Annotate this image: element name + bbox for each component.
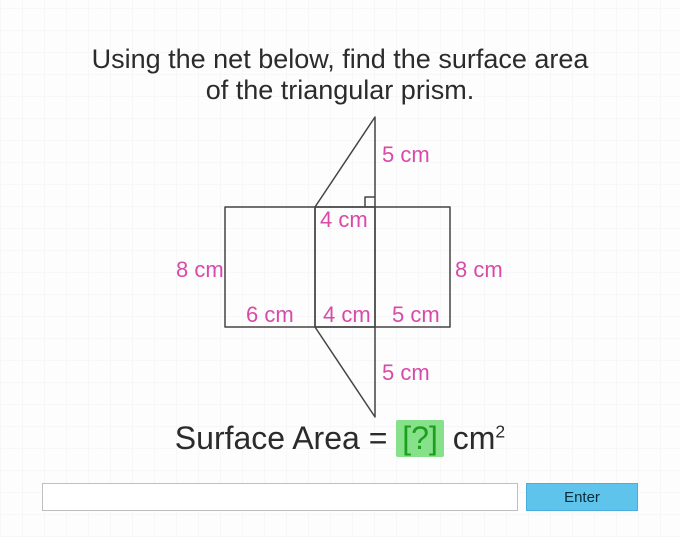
label-bot-4: 4 cm xyxy=(323,302,371,327)
equation-units: cm2 xyxy=(453,420,505,456)
label-bot-5: 5 cm xyxy=(392,302,440,327)
answer-input[interactable] xyxy=(42,483,518,511)
label-top-5: 5 cm xyxy=(382,142,430,167)
prompt-line-2: of the triangular prism. xyxy=(206,75,475,105)
label-mid-4: 4 cm xyxy=(320,207,368,232)
label-right-8: 8 cm xyxy=(455,257,503,282)
enter-button[interactable]: Enter xyxy=(526,483,638,511)
answer-row: Enter xyxy=(42,483,638,511)
net-diagram: 8 cm 8 cm 6 cm 4 cm 5 cm 4 cm 5 cm 5 cm xyxy=(0,112,680,422)
equation-lhs: Surface Area = xyxy=(175,420,388,456)
prompt-line-1: Using the net below, find the surface ar… xyxy=(92,44,589,74)
label-low-5: 5 cm xyxy=(382,360,430,385)
question-prompt: Using the net below, find the surface ar… xyxy=(0,44,680,106)
answer-placeholder: [?] xyxy=(396,420,444,457)
label-left-8: 8 cm xyxy=(176,257,224,282)
equation: Surface Area = [?] cm2 xyxy=(0,420,680,457)
label-bot-6: 6 cm xyxy=(246,302,294,327)
net-svg: 8 cm 8 cm 6 cm 4 cm 5 cm 4 cm 5 cm 5 cm xyxy=(120,112,560,422)
